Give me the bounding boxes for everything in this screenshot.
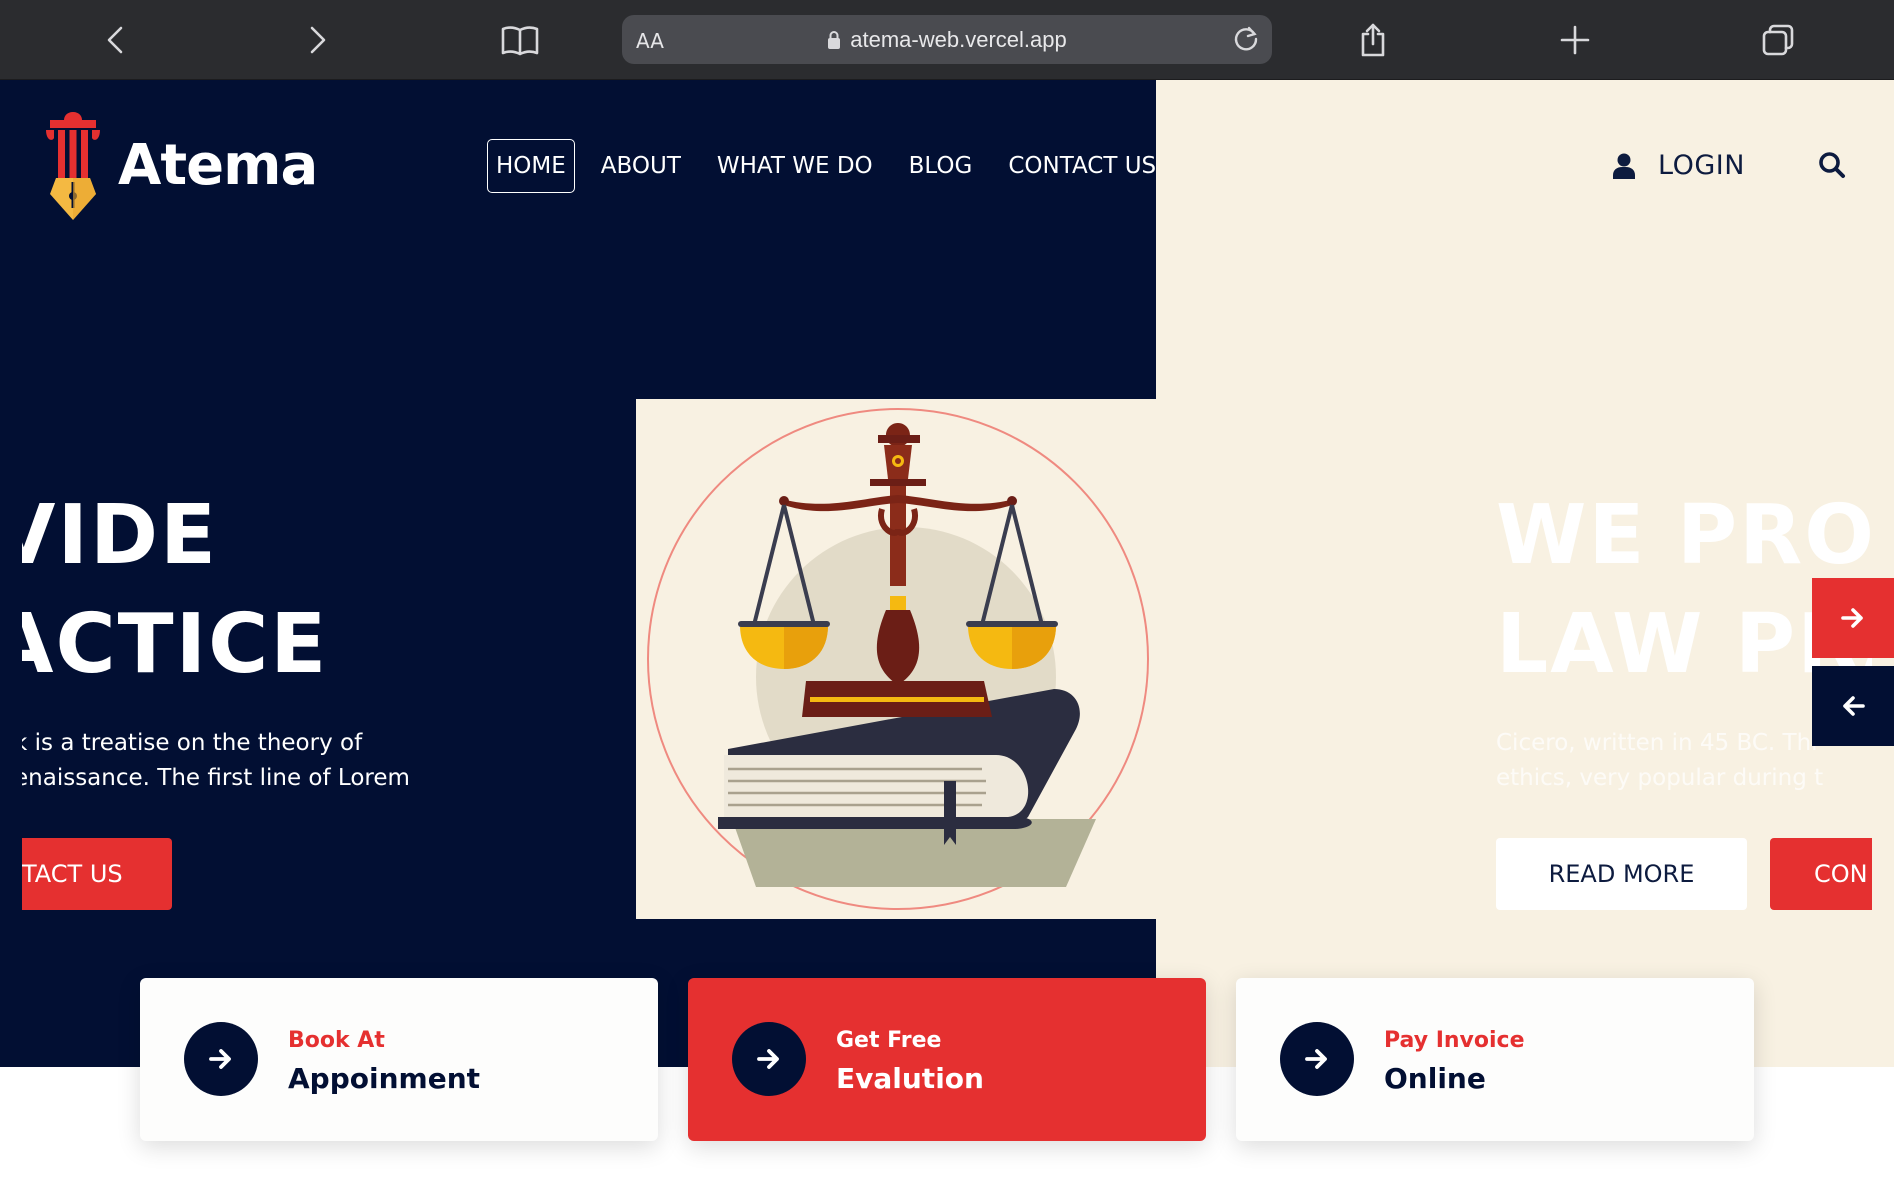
bookmarks-button[interactable]: [494, 14, 546, 66]
web-page: Atema HOME ABOUT WHAT WE DO BLOG CONTACT…: [0, 80, 1894, 1184]
scales-of-justice-illustration: [647, 408, 1149, 910]
nav-about[interactable]: ABOUT: [601, 153, 681, 179]
hero-desc-line1: k is a treatise on the theory of: [22, 730, 363, 756]
share-icon: [1361, 23, 1385, 57]
user-icon: [1613, 153, 1635, 179]
nav-contact-us[interactable]: CONTACT US: [1008, 153, 1156, 179]
forward-icon: [310, 26, 326, 54]
url-display: atema-web.vercel.app: [622, 15, 1272, 64]
site-logo[interactable]: Atema: [40, 108, 318, 222]
logo-text: Atema: [118, 132, 318, 198]
login-button[interactable]: LOGIN: [1612, 150, 1745, 181]
arrow-right-icon: [209, 1049, 231, 1069]
card-pay-invoice[interactable]: Pay Invoice Online: [1236, 978, 1754, 1141]
share-button[interactable]: [1347, 14, 1399, 66]
slider-next-button[interactable]: [1812, 578, 1894, 658]
pillar-pen-logo-icon: [46, 112, 100, 220]
hero-slide-next: WE PROV LAW PRA Cicero, written in 45 BC…: [1496, 400, 1872, 920]
contact-us-button[interactable]: TACT US: [22, 838, 172, 910]
slider-prev-button[interactable]: [1812, 666, 1894, 746]
card-title: Appoinment: [288, 1062, 481, 1095]
forward-button[interactable]: [291, 14, 343, 66]
nav-home[interactable]: HOME: [487, 139, 575, 193]
new-tab-button[interactable]: [1549, 14, 1601, 66]
hero-slide-previous: VIDE ACTICE k is a treatise on the theor…: [22, 400, 622, 920]
reload-button[interactable]: [1230, 23, 1262, 55]
tabs-overview-button[interactable]: [1752, 14, 1804, 66]
hero-desc-line2: ethics, very popular during t: [1496, 765, 1824, 791]
back-icon: [107, 26, 123, 54]
card-subtitle: Pay Invoice: [1384, 1028, 1525, 1053]
back-button[interactable]: [90, 14, 142, 66]
card-arrow-button: [184, 1022, 258, 1096]
card-arrow-button: [1280, 1022, 1354, 1096]
address-bar[interactable]: AA atema-web.vercel.app: [622, 15, 1272, 64]
url-text: atema-web.vercel.app: [850, 26, 1067, 52]
arrow-right-icon: [1841, 608, 1863, 628]
hero-title-line1: WE PROV: [1496, 488, 1872, 583]
hero-title-line2: ACTICE: [22, 597, 329, 692]
hero-image: [636, 399, 1156, 919]
hero-desc-line1: Cicero, written in 45 BC. Thi: [1496, 730, 1818, 756]
arrow-left-icon: [1843, 696, 1865, 716]
login-label: LOGIN: [1658, 150, 1745, 181]
nav-what-we-do[interactable]: WHAT WE DO: [717, 153, 873, 179]
tabs-icon: [1762, 24, 1794, 56]
reload-icon: [1234, 26, 1258, 51]
browser-toolbar: AA atema-web.vercel.app: [0, 0, 1894, 80]
card-subtitle: Book At: [288, 1028, 385, 1053]
card-subtitle: Get Free: [836, 1028, 942, 1053]
lock-icon: [828, 30, 841, 49]
search-icon: [1819, 152, 1845, 178]
bookmarks-icon: [501, 26, 539, 56]
nav-blog[interactable]: BLOG: [909, 153, 973, 179]
main-nav: HOME ABOUT WHAT WE DO BLOG CONTACT US: [487, 139, 1192, 193]
new-tab-icon: [1560, 25, 1590, 55]
arrow-right-icon: [757, 1049, 779, 1069]
card-title: Evalution: [836, 1062, 984, 1095]
card-arrow-button: [732, 1022, 806, 1096]
search-button[interactable]: [1818, 151, 1846, 184]
card-book-appointment[interactable]: Book At Appoinment: [140, 978, 658, 1141]
arrow-right-icon: [1305, 1049, 1327, 1069]
hero-title-line1: VIDE: [22, 488, 219, 583]
read-more-button[interactable]: READ MORE: [1496, 838, 1747, 910]
hero-desc-line2: enaissance. The first line of Lorem: [22, 765, 410, 791]
contact-us-button[interactable]: CON: [1770, 838, 1872, 910]
card-free-evaluation[interactable]: Get Free Evalution: [688, 978, 1206, 1141]
card-title: Online: [1384, 1062, 1486, 1095]
